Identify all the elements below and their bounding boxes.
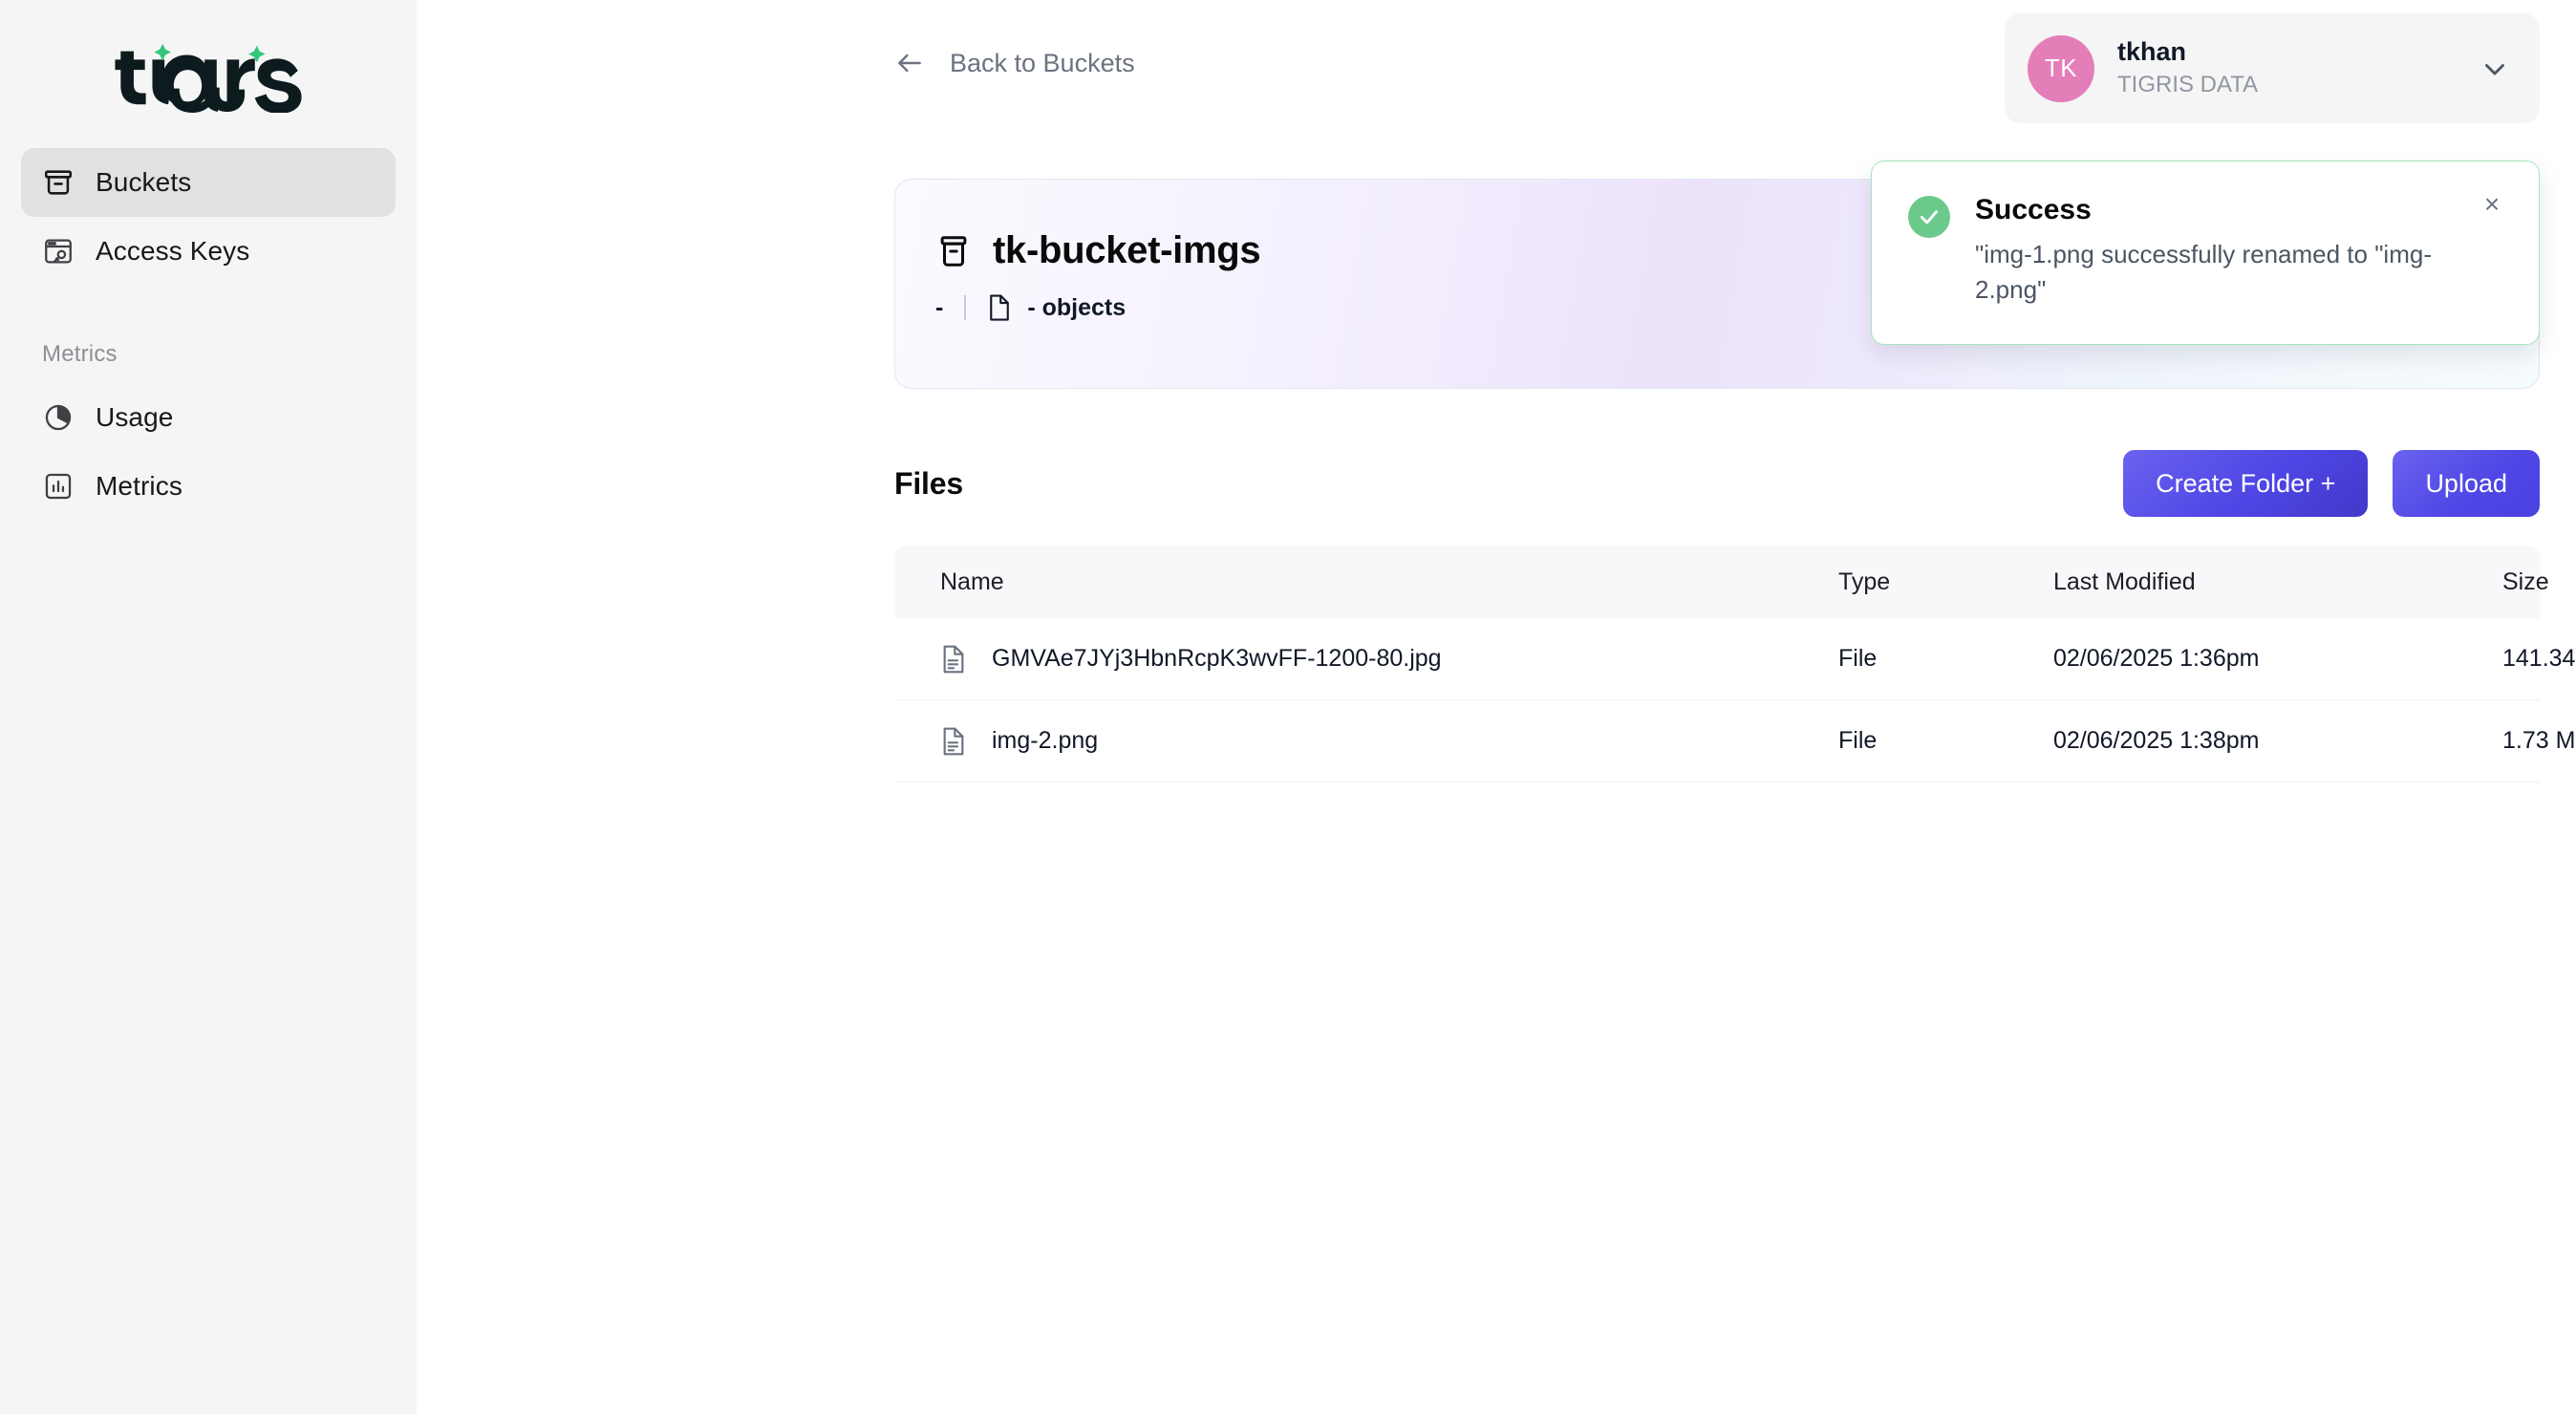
files-toolbar: Files Create Folder + Upload <box>894 442 2540 525</box>
files-heading: Files <box>894 466 963 502</box>
file-size: 141.34 KB <box>2502 645 2576 673</box>
create-folder-button[interactable]: Create Folder + <box>2123 450 2368 517</box>
sidebar-item-buckets[interactable]: Buckets <box>21 148 396 217</box>
toast-body: Success "img-1.png successfully renamed … <box>1975 194 2501 308</box>
meta-divider <box>964 295 966 320</box>
file-last-modified: 02/06/2025 1:36pm <box>2053 645 2502 673</box>
tigris-logo-icon <box>115 36 302 113</box>
sidebar-item-label: Access Keys <box>96 238 249 265</box>
files-actions: Create Folder + Upload <box>2123 450 2540 517</box>
toast-message: "img-1.png successfully renamed to "img-… <box>1975 237 2472 308</box>
profile-name: tkhan <box>2117 37 2456 68</box>
access-key-icon <box>42 235 75 268</box>
file-name-cell: img-2.png <box>940 726 1838 757</box>
check-circle-icon <box>1908 196 1950 238</box>
primary-nav: Buckets Access Keys <box>0 148 417 521</box>
file-type: File <box>1838 645 2053 673</box>
topbar: Back to Buckets TK tkhan TIGRIS DATA <box>417 0 2576 139</box>
bucket-objects-value: - objects <box>1027 294 1126 322</box>
file-last-modified: 02/06/2025 1:38pm <box>2053 727 2502 755</box>
page-title: tk-bucket-imgs <box>993 229 1260 272</box>
logo[interactable] <box>0 0 417 148</box>
file-type: File <box>1838 727 2053 755</box>
chevron-down-icon <box>2479 53 2511 85</box>
files-table: Name Type Last Modified Size GMVAe7JYj3H… <box>894 546 2540 782</box>
bucket-size-value: - <box>935 294 943 322</box>
file-icon <box>940 644 967 675</box>
file-size: 1.73 MB <box>2502 727 2576 755</box>
column-header-size[interactable]: Size <box>2502 568 2576 596</box>
sidebar-item-usage[interactable]: Usage <box>21 383 396 452</box>
file-icon <box>940 726 967 757</box>
back-to-buckets-link[interactable]: Back to Buckets <box>894 48 1135 78</box>
sidebar-item-label: Usage <box>96 404 173 431</box>
pie-chart-icon <box>42 401 75 434</box>
app-root: Buckets Access Keys <box>0 0 2576 1414</box>
table-row[interactable]: img-2.png File 02/06/2025 1:38pm 1.73 MB <box>894 700 2540 782</box>
profile-text: tkhan TIGRIS DATA <box>2117 37 2456 100</box>
avatar: TK <box>2028 35 2094 102</box>
bucket-icon <box>42 166 75 199</box>
sidebar-item-label: Buckets <box>96 169 191 196</box>
nav-section-title: Metrics <box>21 341 396 368</box>
nav-spacer <box>21 286 396 341</box>
bucket-icon <box>935 233 972 269</box>
file-name-cell: GMVAe7JYj3HbnRcpK3wvFF-1200-80.jpg <box>940 644 1838 675</box>
toast-title: Success <box>1975 194 2472 225</box>
profile-menu-button[interactable]: TK tkhan TIGRIS DATA <box>2005 13 2540 123</box>
arrow-left-icon <box>894 48 925 78</box>
success-toast: Success "img-1.png successfully renamed … <box>1871 161 2540 345</box>
file-name: img-2.png <box>992 727 1098 755</box>
bar-chart-icon <box>42 470 75 503</box>
main-content: Back to Buckets TK tkhan TIGRIS DATA <box>417 0 2576 1414</box>
table-header-row: Name Type Last Modified Size <box>894 546 2540 618</box>
file-icon <box>987 293 1012 322</box>
close-icon[interactable]: × <box>2478 190 2506 219</box>
upload-button[interactable]: Upload <box>2393 450 2540 517</box>
table-row[interactable]: GMVAe7JYj3HbnRcpK3wvFF-1200-80.jpg File … <box>894 618 2540 700</box>
sidebar: Buckets Access Keys <box>0 0 417 1414</box>
profile-org: TIGRIS DATA <box>2117 71 2456 100</box>
column-header-last-modified[interactable]: Last Modified <box>2053 568 2502 596</box>
back-link-label: Back to Buckets <box>950 49 1135 78</box>
column-header-name[interactable]: Name <box>940 568 1838 596</box>
sidebar-item-label: Metrics <box>96 473 182 500</box>
file-name: GMVAe7JYj3HbnRcpK3wvFF-1200-80.jpg <box>992 645 1442 673</box>
sidebar-item-access-keys[interactable]: Access Keys <box>21 217 396 286</box>
column-header-type[interactable]: Type <box>1838 568 2053 596</box>
sidebar-item-metrics[interactable]: Metrics <box>21 452 396 521</box>
